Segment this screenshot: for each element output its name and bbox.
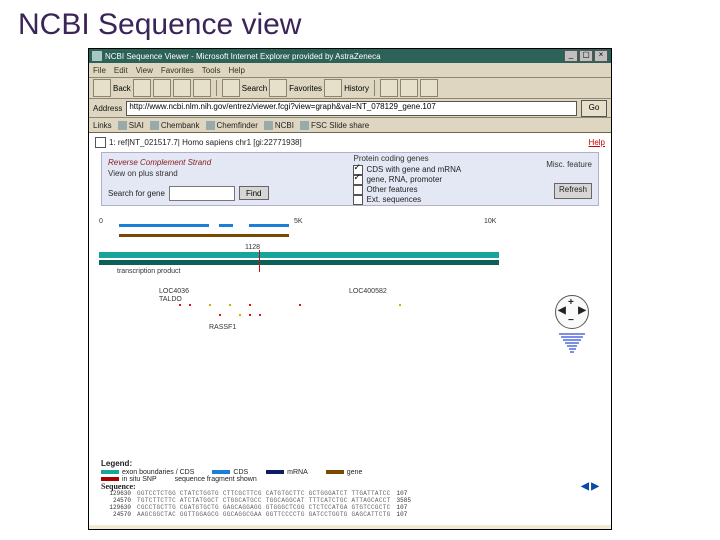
- gene-label: RASSF1: [209, 324, 236, 331]
- maximize-button[interactable]: ▢: [579, 50, 593, 62]
- options-panel: Reverse Complement Strand View on plus s…: [101, 152, 599, 206]
- legend-item: CDS: [233, 469, 248, 476]
- print-button[interactable]: [400, 79, 418, 97]
- link-item[interactable]: FSC Slide share: [300, 121, 369, 130]
- help-link[interactable]: Help: [589, 138, 605, 147]
- tick-end: 10K: [484, 218, 496, 225]
- seq-end: 107: [397, 490, 427, 497]
- legend-item: sequence fragment shown: [175, 476, 257, 483]
- address-input[interactable]: http://www.ncbi.nlm.nih.gov/entrez/viewe…: [126, 101, 577, 116]
- history-button[interactable]: [324, 79, 342, 97]
- find-button[interactable]: Find: [239, 186, 269, 200]
- link-item[interactable]: SIAI: [118, 121, 144, 130]
- refresh-button[interactable]: [173, 79, 191, 97]
- search-button[interactable]: [222, 79, 240, 97]
- window-titlebar: NCBI Sequence Viewer - Microsoft Interne…: [89, 49, 611, 63]
- track-note: transcription product: [117, 268, 180, 275]
- sequence-title: Sequence:: [101, 483, 136, 490]
- coding-checklist: CDS with gene and mRNA gene, RNA, promot…: [353, 165, 461, 205]
- address-label: Address: [93, 104, 122, 113]
- links-label: Links: [93, 121, 112, 130]
- address-bar: Address http://www.ncbi.nlm.nih.gov/entr…: [89, 99, 611, 118]
- seq-end: 3585: [397, 497, 427, 504]
- minimize-button[interactable]: _: [564, 50, 578, 62]
- links-bar: Links SIAI Chembank Chemfinder NCBI FSC …: [89, 118, 611, 133]
- menu-help[interactable]: Help: [228, 66, 244, 75]
- search-gene-input[interactable]: [169, 186, 235, 201]
- home-button[interactable]: [193, 79, 211, 97]
- mail-button[interactable]: [380, 79, 398, 97]
- forward-button[interactable]: [133, 79, 151, 97]
- reverse-strand-header: Reverse Complement Strand: [108, 158, 269, 167]
- nav-toolbar: Back Search Favorites History: [89, 78, 611, 99]
- seq-pos: 129630: [101, 490, 131, 497]
- browser-window: NCBI Sequence Viewer - Microsoft Interne…: [88, 48, 612, 530]
- stop-button[interactable]: [153, 79, 171, 97]
- menu-tools[interactable]: Tools: [202, 66, 221, 75]
- misc-header: Misc. feature: [546, 160, 592, 169]
- page-content: 1: ref|NT_021517.7| Homo sapiens chr1 [g…: [89, 133, 611, 525]
- seq-end: 107: [397, 511, 427, 518]
- close-button[interactable]: ×: [594, 50, 608, 62]
- back-label: Back: [113, 84, 131, 93]
- menu-edit[interactable]: Edit: [114, 66, 128, 75]
- favorites-label: Favorites: [289, 84, 322, 93]
- seq-text: AAGCGGCTAC GGTTGGAGCG GGCAGGCGAA GGTTCCC…: [137, 511, 391, 518]
- tick-start: 0: [99, 218, 103, 225]
- tick-mid: 5K: [294, 218, 303, 225]
- menu-view[interactable]: View: [136, 66, 153, 75]
- opt-other[interactable]: [353, 185, 363, 195]
- gene-label: LOC400582: [349, 288, 387, 295]
- slide-title: NCBI Sequence view: [18, 8, 301, 42]
- seq-text: GGTCCTCTGG CTATCTGGTG CTTCGCTTCG CATGTGC…: [137, 490, 391, 497]
- genomic-view[interactable]: 0 5K 10K 1128 transcription product LOC4…: [99, 212, 601, 342]
- seq-pos: 24570: [101, 511, 131, 518]
- window-title: NCBI Sequence Viewer - Microsoft Interne…: [105, 52, 381, 61]
- search-gene-label: Search for gene: [108, 189, 165, 198]
- link-item[interactable]: NCBI: [264, 121, 294, 130]
- seq-pos: 129630: [101, 504, 131, 511]
- link-item[interactable]: Chembank: [150, 121, 200, 130]
- seq-pos: 24570: [101, 497, 131, 504]
- select-checkbox[interactable]: [95, 137, 106, 148]
- opt-exseq[interactable]: [353, 195, 363, 205]
- link-item[interactable]: Chemfinder: [206, 121, 258, 130]
- menu-file[interactable]: File: [93, 66, 106, 75]
- scale-mid: 1128: [245, 244, 260, 251]
- sequence-panel: Sequence: ◀ ▶ 129630 GGTCCTCTGG CTATCTGGT…: [101, 483, 599, 525]
- seq-text: TGTCTTCTTC ATCTATGGCT CTGGCATGCC TGGCAGG…: [137, 497, 391, 504]
- back-button[interactable]: [93, 79, 111, 97]
- legend-title: Legend:: [101, 459, 599, 468]
- seq-text: CGCCTGCTTG CGATGTGCTG GAGCAGGAGG GTGGGCT…: [137, 504, 391, 511]
- seq-prev-icon[interactable]: ◀: [581, 481, 589, 492]
- opt-gene[interactable]: [353, 175, 363, 185]
- gene-label: TALDO: [159, 296, 182, 303]
- reverse-strand-sub: View on plus strand: [108, 169, 269, 178]
- legend: Legend: exon boundaries / CDS CDS mRNA g…: [101, 459, 599, 483]
- coding-header: Protein coding genes: [353, 154, 461, 163]
- legend-item: gene: [347, 469, 363, 476]
- legend-item: mRNA: [287, 469, 308, 476]
- go-button[interactable]: Go: [581, 100, 607, 117]
- search-label: Search: [242, 84, 267, 93]
- gene-label: LOC4036: [159, 288, 189, 295]
- seq-next-icon[interactable]: ▶: [591, 481, 599, 492]
- history-label: History: [344, 84, 369, 93]
- seq-end: 107: [397, 504, 427, 511]
- record-title: 1: ref|NT_021517.7| Homo sapiens chr1 [g…: [109, 138, 302, 147]
- menu-favorites[interactable]: Favorites: [161, 66, 194, 75]
- ie-icon: [92, 51, 102, 61]
- edit-button[interactable]: [420, 79, 438, 97]
- legend-item: exon boundaries / CDS: [122, 469, 194, 476]
- refresh-features-button[interactable]: Refresh: [554, 183, 592, 199]
- favorites-button[interactable]: [269, 79, 287, 97]
- menu-bar: File Edit View Favorites Tools Help: [89, 63, 611, 78]
